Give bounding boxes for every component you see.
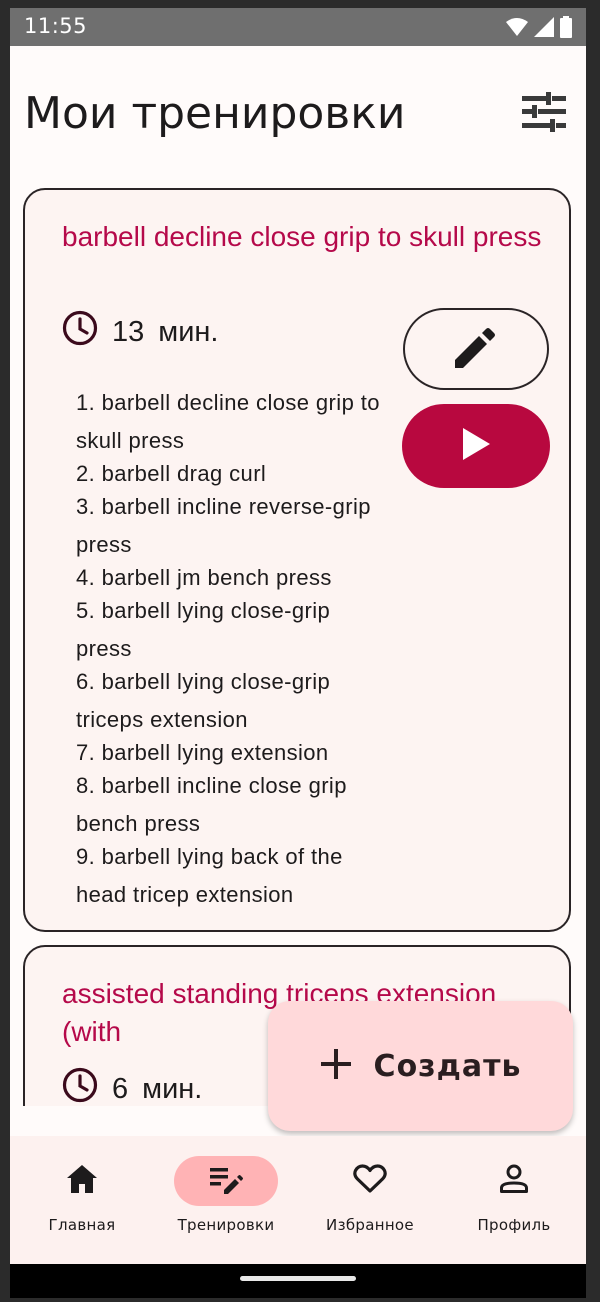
filter-button[interactable] (518, 88, 570, 140)
clock-icon (62, 310, 98, 354)
nav-label: Профиль (477, 1216, 551, 1234)
nav-label: Тренировки (177, 1216, 275, 1234)
nav-icon-container (462, 1156, 566, 1206)
exercise-item: 3. barbell incline reverse-grip press (76, 494, 371, 557)
nav-icon-container (318, 1156, 422, 1206)
status-time: 11:55 (24, 14, 88, 38)
nav-label: Главная (48, 1216, 116, 1234)
person-icon (499, 1164, 529, 1198)
exercise-item: 5. barbell lying close-grip press (76, 598, 331, 661)
duration-value: 13 (112, 315, 145, 348)
duration-value: 6 (112, 1072, 129, 1105)
plus-icon (320, 1048, 352, 1084)
status-icons (506, 16, 572, 42)
exercise-item: 9. barbell lying back of the head tricep… (76, 844, 343, 907)
tune-icon (522, 92, 566, 136)
create-workout-fab[interactable]: Создать (268, 1001, 573, 1131)
page-title: Мои тренировки (24, 88, 406, 139)
gesture-handle[interactable] (240, 1276, 356, 1281)
status-bar: 11:55 (10, 8, 586, 46)
top-app-bar: Мои тренировки (10, 46, 586, 186)
start-workout-button[interactable] (402, 404, 550, 488)
duration-unit: мин. (158, 315, 219, 348)
phone-screen: 11:55 Мои тренировки barbell decline clo… (10, 8, 586, 1298)
nav-icon-container (30, 1156, 134, 1206)
battery-icon (560, 16, 572, 42)
exercise-list: 1. barbell decline close grip to skull p… (76, 384, 392, 909)
edit-workout-button[interactable] (403, 308, 549, 390)
home-icon (66, 1164, 98, 1198)
exercise-item: 6. barbell lying close-grip triceps exte… (76, 669, 331, 732)
play-icon (461, 427, 491, 465)
fab-label: Создать (373, 1048, 522, 1084)
pencil-icon (453, 324, 499, 374)
nav-item-profile[interactable]: Профиль (442, 1136, 586, 1264)
nav-icon-container (174, 1156, 278, 1206)
workout-duration: 6 мин. (62, 1067, 202, 1106)
workout-title: barbell decline close grip to skull pres… (62, 221, 542, 252)
nav-item-workouts[interactable]: Тренировки (154, 1136, 298, 1264)
nav-item-home[interactable]: Главная (10, 1136, 154, 1264)
duration-unit: мин. (142, 1072, 203, 1105)
wifi-icon (506, 17, 528, 41)
exercise-item: 1. barbell decline close grip to skull p… (76, 390, 380, 453)
exercise-item: 8. barbell incline close grip bench pres… (76, 773, 347, 836)
bottom-navigation: Главная Тренировки Избранное Профиль (10, 1136, 586, 1264)
nav-item-favorites[interactable]: Избранное (298, 1136, 442, 1264)
signal-icon (534, 17, 554, 41)
gesture-bar (10, 1264, 586, 1298)
workout-duration: 13 мин. (62, 310, 218, 354)
heart-icon (353, 1164, 387, 1198)
edit-list-icon (209, 1164, 243, 1198)
clock-icon (62, 1067, 98, 1106)
workout-list[interactable]: barbell decline close grip to skull pres… (10, 186, 586, 1106)
workout-card[interactable]: barbell decline close grip to skull pres… (23, 188, 571, 932)
nav-label: Избранное (326, 1216, 414, 1234)
